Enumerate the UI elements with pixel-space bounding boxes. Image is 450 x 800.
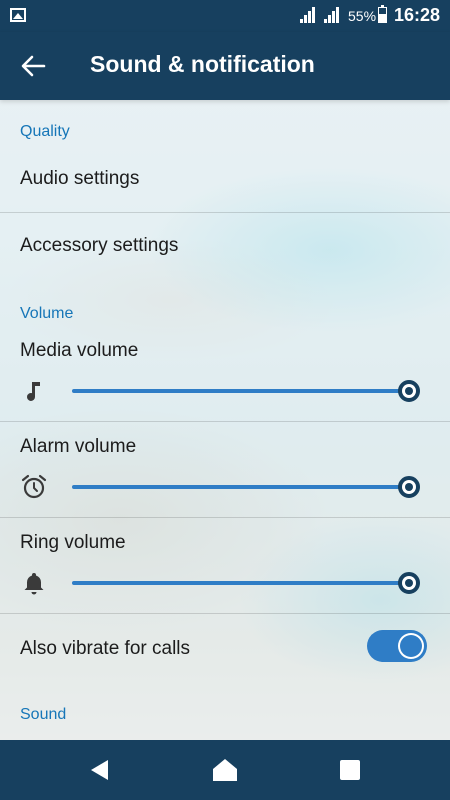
slider-track bbox=[72, 389, 409, 393]
slider-thumb[interactable] bbox=[398, 476, 420, 498]
back-arrow-icon bbox=[21, 55, 46, 77]
bell-icon bbox=[24, 573, 44, 595]
vibrate-for-calls-label: Also vibrate for calls bbox=[20, 638, 191, 659]
music-note-icon bbox=[27, 382, 40, 401]
settings-screen: 55% 16:28 Sound & notification Quality A… bbox=[0, 0, 450, 800]
slider-thumb[interactable] bbox=[398, 572, 420, 594]
gallery-icon bbox=[10, 8, 26, 22]
divider bbox=[0, 421, 450, 422]
media-volume-slider[interactable] bbox=[72, 377, 422, 405]
app-bar: Sound & notification bbox=[0, 32, 450, 100]
toggle-knob bbox=[398, 633, 424, 659]
alarm-clock-icon bbox=[21, 474, 47, 499]
slider-track bbox=[72, 485, 409, 489]
section-header-volume: Volume bbox=[20, 305, 74, 322]
status-bar: 55% 16:28 bbox=[0, 0, 450, 32]
recents-square-icon bbox=[340, 760, 360, 780]
media-volume-label: Media volume bbox=[20, 340, 139, 361]
signal-icon bbox=[324, 7, 340, 23]
section-header-sound: Sound bbox=[20, 706, 67, 723]
page-title: Sound & notification bbox=[90, 51, 315, 77]
nav-back-button[interactable] bbox=[86, 756, 114, 784]
nav-recents-button[interactable] bbox=[336, 756, 364, 784]
battery-icon bbox=[378, 5, 387, 23]
back-triangle-icon bbox=[91, 760, 108, 780]
settings-list: Quality Audio settings Accessory setting… bbox=[0, 100, 450, 740]
divider bbox=[0, 517, 450, 518]
audio-settings-item[interactable]: Audio settings bbox=[0, 150, 450, 212]
back-button[interactable] bbox=[18, 52, 48, 80]
alarm-volume-slider[interactable] bbox=[72, 473, 422, 501]
nav-home-button[interactable] bbox=[211, 756, 239, 784]
slider-thumb[interactable] bbox=[398, 380, 420, 402]
accessory-settings-item[interactable]: Accessory settings bbox=[0, 213, 450, 281]
alarm-volume-label: Alarm volume bbox=[20, 436, 137, 457]
accessory-settings-label: Accessory settings bbox=[20, 235, 179, 256]
ring-volume-slider[interactable] bbox=[72, 569, 422, 597]
home-icon bbox=[213, 759, 237, 781]
slider-track bbox=[72, 581, 409, 585]
vibrate-for-calls-toggle[interactable] bbox=[367, 630, 427, 662]
ring-volume-label: Ring volume bbox=[20, 532, 126, 553]
section-header-quality: Quality bbox=[20, 123, 70, 140]
navigation-bar bbox=[0, 740, 450, 800]
status-clock: 16:28 bbox=[394, 5, 441, 25]
signal-icon bbox=[300, 7, 316, 23]
battery-percentage: 55% bbox=[348, 8, 377, 24]
audio-settings-label: Audio settings bbox=[20, 168, 140, 189]
